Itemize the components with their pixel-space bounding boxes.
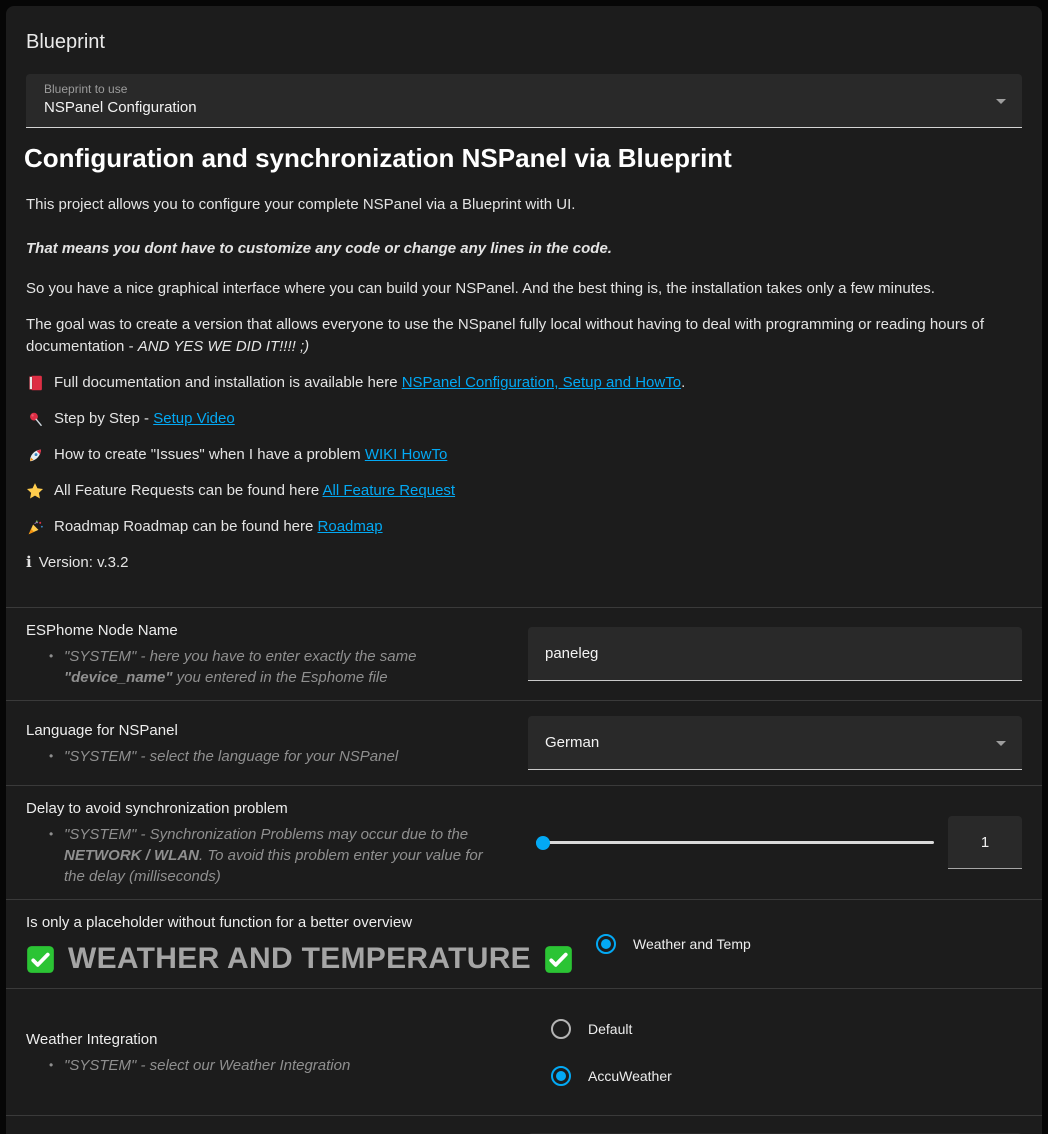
form-row-weather-placeholder: Is only a placeholder without function f… [6,899,1042,988]
rocket-icon [26,446,44,464]
version-line: ℹ Version: v.3.2 [26,552,1022,593]
doc-link[interactable]: Setup Video [153,410,234,427]
blueprint-select-value: NSPanel Configuration [44,99,978,116]
radio-selected-icon[interactable] [596,934,616,954]
delay-value: 1 [981,834,989,851]
doc-link[interactable]: NSPanel Configuration, Setup and HowTo [402,374,681,391]
description-paragraph: This project allows you to configure you… [26,194,1022,216]
doc-link-line: All Feature Requests can be found here A… [26,480,1022,502]
blueprint-description: Configuration and synchronization NSPane… [6,144,1042,593]
row-label: Is only a placeholder without function f… [26,912,573,933]
language-select-value: German [545,734,599,751]
form-row-language: Language for NSPanel "SYSTEM" - select t… [6,700,1042,785]
node-name-input[interactable]: paneleg [528,627,1022,681]
doc-link-line: How to create "Issues" when I have a pro… [26,444,1022,466]
row-description: "SYSTEM" - select our Weather Integratio… [64,1055,502,1076]
row-label: ESPhome Node Name [26,620,528,641]
info-icon: ℹ [26,552,32,574]
slider-thumb[interactable] [536,836,550,850]
delay-slider[interactable] [536,832,934,854]
node-name-value: paneleg [545,645,598,662]
page-title: Blueprint [6,6,1042,68]
radio-option-label: Default [588,1021,632,1037]
doc-link[interactable]: Roadmap [318,518,383,535]
red-book-icon [26,374,44,392]
radio-option-weather-and-temp[interactable]: Weather and Temp [596,934,1042,954]
chevron-down-icon[interactable] [996,99,1006,104]
green-check-icon [26,945,55,974]
form-row-weather-integration: Weather Integration "SYSTEM" - select ou… [6,988,1042,1115]
star-icon [26,482,44,500]
language-select[interactable]: German [528,716,1022,770]
form-row-weather-entity: Weather entity from HA "SYSTEM" - Select… [6,1115,1042,1134]
form-row-node-name: ESPhome Node Name "SYSTEM" - here you ha… [6,607,1042,700]
weather-section-heading-text: WEATHER AND TEMPERATURE [68,942,531,976]
pushpin-icon [26,410,44,428]
blueprint-select[interactable]: Blueprint to use NSPanel Configuration [26,74,1022,128]
row-label: Weather Integration [26,1029,528,1050]
row-description: "SYSTEM" - select the language for your … [64,746,502,767]
row-description: "SYSTEM" - Synchronization Problems may … [64,824,502,887]
row-description: "SYSTEM" - here you have to enter exactl… [64,646,502,688]
description-heading: Configuration and synchronization NSPane… [24,144,1022,172]
delay-value-input[interactable]: 1 [948,816,1022,869]
radio-selected-icon[interactable] [551,1066,571,1086]
party-popper-icon [26,518,44,536]
form-row-delay: Delay to avoid synchronization problem "… [6,785,1042,899]
doc-link[interactable]: WIKI HowTo [365,446,448,463]
blueprint-select-label: Blueprint to use [44,82,978,96]
description-paragraph: So you have a nice graphical interface w… [26,278,1022,300]
row-label: Language for NSPanel [26,720,528,741]
row-label: Delay to avoid synchronization problem [26,798,528,819]
weather-section-heading: WEATHER AND TEMPERATURE [26,942,573,976]
doc-link[interactable]: All Feature Request [323,482,456,499]
chevron-down-icon[interactable] [996,741,1006,746]
radio-option-label: Weather and Temp [633,936,751,952]
doc-link-line: Roadmap Roadmap can be found here Roadma… [26,516,1022,538]
doc-link-line: Full documentation and installation is a… [26,372,1022,394]
description-paragraph: That means you dont have to customize an… [26,238,1022,260]
radio-option-default[interactable]: Default [551,1019,1022,1039]
radio-option-label: AccuWeather [588,1068,672,1084]
version-text: Version: v.3.2 [39,552,129,574]
green-check-icon [544,945,573,974]
blueprint-card: Blueprint Blueprint to use NSPanel Confi… [6,6,1042,1134]
radio-option-accuweather[interactable]: AccuWeather [551,1066,1022,1086]
radio-unselected-icon[interactable] [551,1019,571,1039]
doc-link-line: Step by Step - Setup Video [26,408,1022,430]
slider-track[interactable] [536,841,934,844]
description-paragraph: The goal was to create a version that al… [26,314,1022,358]
